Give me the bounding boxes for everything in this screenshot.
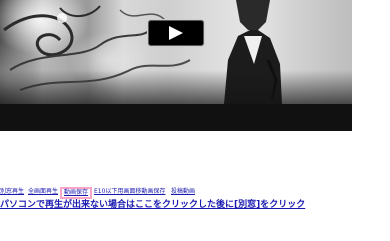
- play-button[interactable]: [147, 19, 205, 47]
- posted-videos-link[interactable]: 投稿動画: [171, 188, 195, 196]
- play-icon: [169, 26, 183, 40]
- playback-help-link[interactable]: パソコンで再生が出来ない場合はここをクリックした後に[別窓]をクリック: [0, 199, 390, 213]
- popup-play-link[interactable]: 別窓再生: [0, 188, 24, 196]
- video-player[interactable]: [0, 0, 352, 131]
- fullscreen-play-link[interactable]: 全画面再生: [28, 188, 58, 196]
- video-control-bar[interactable]: [0, 104, 352, 131]
- legacy-save-video-link[interactable]: E10以下用画面移動画保存: [94, 188, 165, 196]
- video-shade: [0, 70, 352, 104]
- save-video-link[interactable]: 動画保存: [60, 187, 93, 199]
- page: 別窓再生 全画面再生 動画保存 E10以下用画面移動画保存 投稿動画 パソコンで…: [0, 0, 390, 241]
- video-links: 別窓再生 全画面再生 動画保存 E10以下用画面移動画保存 投稿動画: [0, 186, 390, 200]
